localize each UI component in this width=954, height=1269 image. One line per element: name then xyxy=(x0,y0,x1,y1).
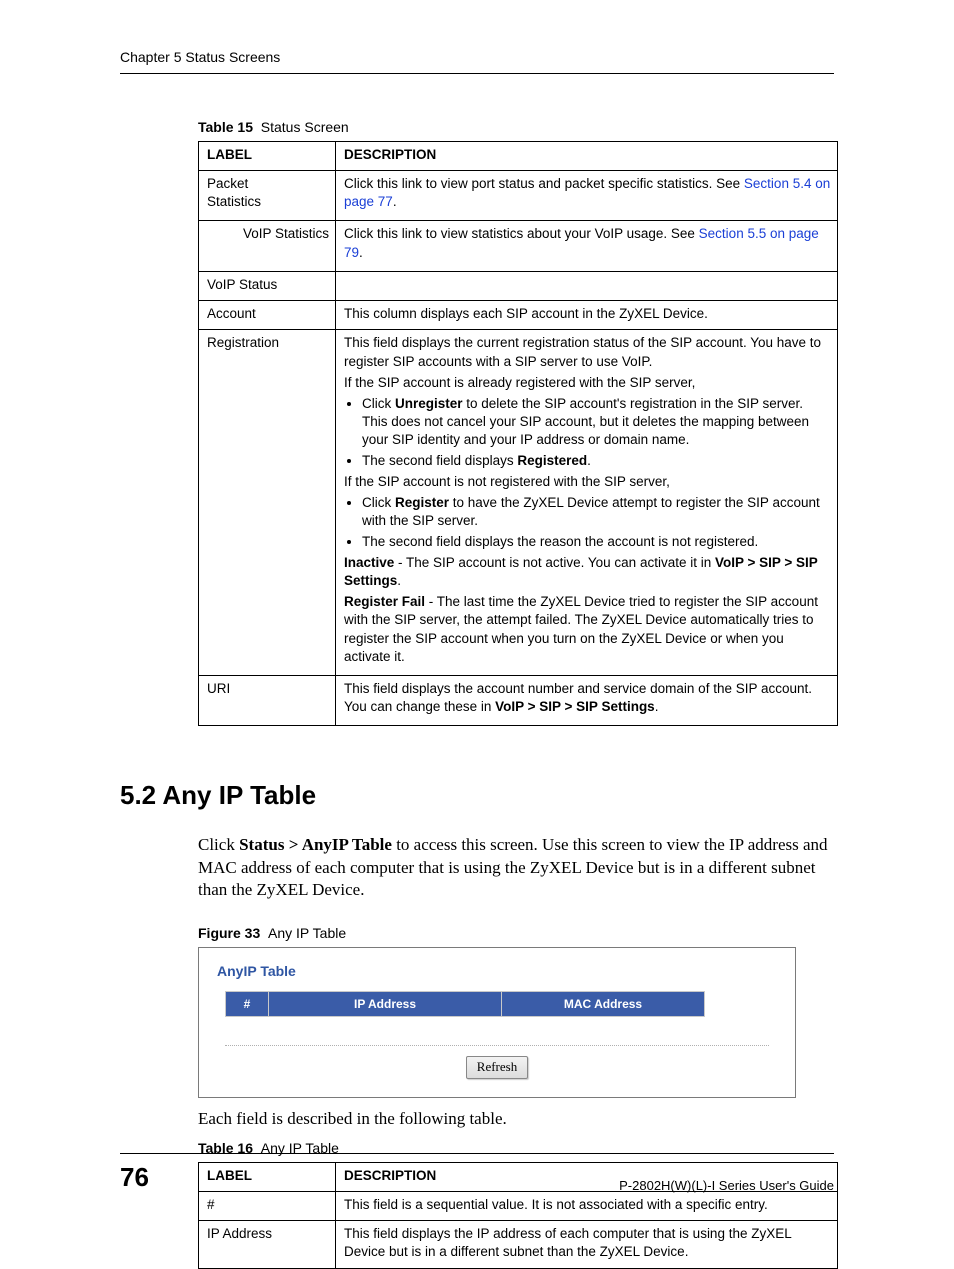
cell-desc: This field is a sequential value. It is … xyxy=(336,1191,838,1220)
cell-label: VoIP Statistics xyxy=(199,221,336,271)
cell-label: Packet Statistics xyxy=(199,171,336,221)
table-row: Packet Statistics Click this link to vie… xyxy=(199,171,838,221)
anyip-empty-row xyxy=(225,1017,769,1046)
after-figure-text: Each field is described in the following… xyxy=(120,1108,834,1131)
refresh-button[interactable]: Refresh xyxy=(466,1056,528,1079)
table-row: VoIP Status xyxy=(199,271,838,300)
anyip-header-row: # IP Address MAC Address xyxy=(226,992,705,1017)
cell-label: IP Address xyxy=(199,1221,336,1268)
page-footer: 76 P-2802H(W)(L)-I Series User's Guide xyxy=(120,1153,834,1195)
list-item: The second field displays Registered. xyxy=(362,452,831,470)
table-row: # This field is a sequential value. It i… xyxy=(199,1191,838,1220)
cell-desc: This field displays the IP address of ea… xyxy=(336,1221,838,1268)
cell-desc xyxy=(336,271,838,300)
cell-desc: This field displays the current registra… xyxy=(336,330,838,676)
table15-header-row: LABEL DESCRIPTION xyxy=(199,141,838,170)
table15-caption: Table 15 Status Screen xyxy=(120,118,834,137)
list-item: The second field displays the reason the… xyxy=(362,533,831,551)
list-item: Click Unregister to delete the SIP accou… xyxy=(362,395,831,450)
cell-label: VoIP Status xyxy=(199,271,336,300)
cell-label: URI xyxy=(199,676,336,726)
anyip-table: # IP Address MAC Address xyxy=(225,991,705,1017)
figure33-panel-title: AnyIP Table xyxy=(217,962,777,981)
table-row: VoIP Statistics Click this link to view … xyxy=(199,221,838,271)
table15-th-desc: DESCRIPTION xyxy=(336,141,838,170)
anyip-col-mac: MAC Address xyxy=(502,992,705,1017)
anyip-col-ip: IP Address xyxy=(269,992,502,1017)
page-number: 76 xyxy=(120,1160,149,1195)
table15: LABEL DESCRIPTION Packet Statistics Clic… xyxy=(198,141,838,727)
cell-desc: This column displays each SIP account in… xyxy=(336,301,838,330)
cell-label: Registration xyxy=(199,330,336,676)
cell-desc: Click this link to view port status and … xyxy=(336,171,838,221)
table15-caption-label: Table 15 xyxy=(198,119,253,135)
guide-name: P-2802H(W)(L)-I Series User's Guide xyxy=(619,1177,834,1195)
table-row: Account This column displays each SIP ac… xyxy=(199,301,838,330)
figure33-panel: AnyIP Table # IP Address MAC Address Ref… xyxy=(198,947,796,1098)
list-item: Click Register to have the ZyXEL Device … xyxy=(362,494,831,530)
figure33-caption: Figure 33 Any IP Table xyxy=(120,924,834,943)
section-heading: 5.2 Any IP Table xyxy=(120,778,834,813)
table15-th-label: LABEL xyxy=(199,141,336,170)
cell-desc: Click this link to view statistics about… xyxy=(336,221,838,271)
table-row: Registration This field displays the cur… xyxy=(199,330,838,676)
table-row: URI This field displays the account numb… xyxy=(199,676,838,726)
cell-label: # xyxy=(199,1191,336,1220)
anyip-col-num: # xyxy=(226,992,269,1017)
cell-desc: This field displays the account number a… xyxy=(336,676,838,726)
running-header: Chapter 5 Status Screens xyxy=(120,48,834,74)
cell-label: Account xyxy=(199,301,336,330)
table-row: IP Address This field displays the IP ad… xyxy=(199,1221,838,1268)
table15-caption-text: Status Screen xyxy=(261,119,349,135)
section-body: Click Status > AnyIP Table to access thi… xyxy=(120,834,834,903)
